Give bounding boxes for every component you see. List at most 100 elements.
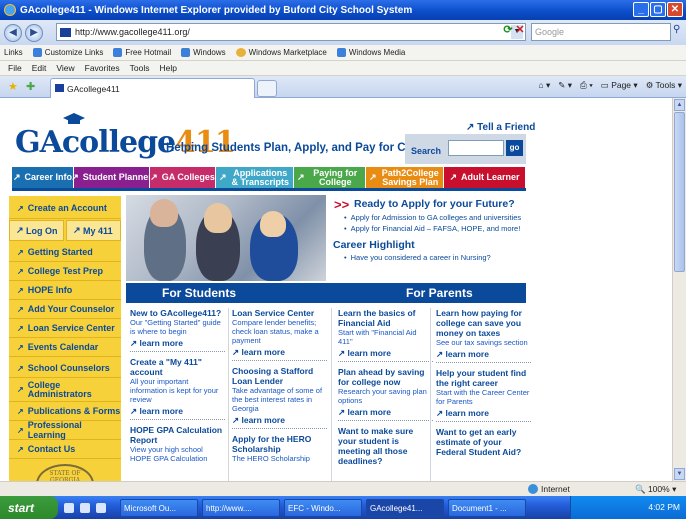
learn-more-link[interactable]: ↗ learn more — [232, 348, 327, 357]
learn-more-link[interactable]: ↗ learn more — [130, 407, 225, 416]
nav-career-info[interactable]: ↗ Career Info — [12, 167, 74, 188]
card-heading[interactable]: Want to make sure your student is meetin… — [338, 426, 433, 466]
task-outlook[interactable]: Microsoft Ou... — [120, 498, 198, 517]
start-button[interactable]: start — [0, 496, 58, 519]
back-button[interactable]: ◀ — [4, 23, 22, 42]
card-heading[interactable]: Loan Service Center — [232, 308, 327, 318]
scroll-up-icon[interactable]: ▲ — [674, 99, 685, 111]
tools-menu[interactable]: ⚙ Tools ▾ — [646, 80, 682, 91]
card-heading[interactable]: HOPE GPA Calculation Report — [130, 425, 225, 445]
sidebar-item-loan[interactable]: ↗ Loan Service Center — [9, 319, 121, 338]
sidebar-item-contact[interactable]: ↗ Contact Us — [9, 440, 121, 459]
georgia-seal: STATE OF GEORGIA — [36, 464, 94, 481]
hero-link-admission[interactable]: Apply for Admission to GA colleges and u… — [344, 213, 522, 222]
sidebar-item-hope[interactable]: ↗ HOPE Info — [9, 281, 121, 300]
sidebar-log-on[interactable]: ↗ Log On — [9, 220, 64, 241]
learn-more-link[interactable]: ↗ learn more — [436, 350, 531, 359]
nav-applications[interactable]: ↗ Applications & Transcripts — [216, 167, 294, 188]
stop-icon[interactable]: ✕ — [512, 23, 528, 40]
vertical-scrollbar[interactable]: ▲ ▼ — [672, 98, 686, 481]
sidebar-item-getting-started[interactable]: ↗ Getting Started — [9, 243, 121, 262]
nav-paying-for-college[interactable]: ↗ Paying for College — [294, 167, 366, 188]
hero-link-financial-aid[interactable]: Apply for Financial Aid – FAFSA, HOPE, a… — [344, 224, 521, 233]
tab-title: GAcollege411 — [67, 84, 120, 94]
site-search-input[interactable] — [448, 140, 504, 156]
nav-ga-colleges[interactable]: ↗ GA Colleges — [150, 167, 216, 188]
card-heading[interactable]: Learn how paying for college can save yo… — [436, 308, 531, 338]
sidebar-item-publications[interactable]: ↗ Publications & Forms — [9, 402, 121, 421]
for-students-heading: For Students — [162, 286, 236, 300]
search-icon[interactable]: ⚲ — [673, 24, 685, 38]
menu-view[interactable]: View — [56, 63, 74, 73]
card-heading[interactable]: New to GAcollege411? — [130, 308, 225, 318]
page-icon — [181, 48, 191, 57]
sidebar-item-college-admins[interactable]: ↗ College Administrators — [9, 378, 121, 402]
forward-button[interactable]: ▶ — [25, 23, 43, 42]
close-button[interactable]: ✕ — [667, 2, 683, 17]
home-icon[interactable]: ⌂ ▾ — [539, 80, 551, 91]
new-tab-button[interactable] — [257, 80, 277, 97]
card-heading[interactable]: Plan ahead by saving for college now — [338, 367, 433, 387]
scroll-thumb[interactable] — [674, 112, 685, 272]
learn-more-link[interactable]: ↗ learn more — [232, 416, 327, 425]
card-heading[interactable]: Create a "My 411" account — [130, 357, 225, 377]
site-search: Search go — [405, 134, 526, 164]
column-students-2: Loan Service Center Compare lender benef… — [232, 308, 327, 463]
card-body: Our "Getting Started" guide is where to … — [130, 318, 221, 336]
link-customize[interactable]: Customize Links — [32, 48, 103, 57]
print-icon[interactable]: ⎙ ▾ — [580, 80, 593, 91]
task-efc[interactable]: EFC - Windo... — [284, 498, 362, 517]
learn-more-link[interactable]: ↗ learn more — [338, 408, 433, 417]
menu-file[interactable]: File — [8, 63, 22, 73]
card-heading[interactable]: Apply for the HERO Scholarship — [232, 434, 327, 454]
card-heading[interactable]: Want to get an early estimate of your Fe… — [436, 427, 531, 457]
card-heading[interactable]: Help your student find the right career — [436, 368, 531, 388]
sidebar-item-events[interactable]: ↗ Events Calendar — [9, 338, 121, 357]
quicklaunch-icon[interactable] — [64, 502, 74, 513]
zoom-level[interactable]: 🔍 100% ▾ — [635, 484, 676, 495]
sidebar-item-test-prep[interactable]: ↗ College Test Prep — [9, 262, 121, 281]
scroll-down-icon[interactable]: ▼ — [674, 468, 685, 480]
sidebar-item-school-counselors[interactable]: ↗ School Counselors — [9, 359, 121, 378]
card-heading[interactable]: Learn the basics of Financial Aid — [338, 308, 433, 328]
menu-tools[interactable]: Tools — [130, 63, 150, 73]
page-menu[interactable]: ▭ Page ▾ — [601, 80, 638, 91]
sidebar-item-counselor[interactable]: ↗ Add Your Counselor — [9, 300, 121, 319]
quicklaunch-icon[interactable] — [96, 502, 106, 513]
task-gacollege[interactable]: GAcollege41... — [366, 498, 444, 517]
minimize-button[interactable]: _ — [633, 2, 649, 17]
menu-favorites[interactable]: Favorites — [85, 63, 120, 73]
card-heading[interactable]: Choosing a Stafford Loan Lender — [232, 366, 327, 386]
menu-help[interactable]: Help — [159, 63, 176, 73]
learn-more-link[interactable]: ↗ learn more — [436, 409, 531, 418]
learn-more-link[interactable]: ↗ learn more — [130, 339, 225, 348]
tab-gacollege[interactable]: GAcollege411 — [50, 78, 255, 98]
link-hotmail[interactable]: Free Hotmail — [113, 48, 171, 57]
sidebar-my-411[interactable]: ↗ My 411 — [66, 220, 121, 241]
search-go-button[interactable]: go — [506, 140, 523, 156]
career-highlight-link[interactable]: Have you considered a career in Nursing? — [344, 253, 491, 262]
card-body: Take advantage of some of the best inter… — [232, 386, 323, 413]
audience-band: For Students For Parents — [126, 283, 526, 303]
maximize-button[interactable]: ▢ — [650, 2, 666, 17]
favorites-star-icon[interactable]: ★ — [8, 80, 18, 93]
learn-more-link[interactable]: ↗ learn more — [338, 349, 433, 358]
link-marketplace[interactable]: Windows Marketplace — [235, 48, 327, 57]
task-http[interactable]: http://www.... — [202, 498, 280, 517]
tell-a-friend-link[interactable]: ↗ Tell a Friend — [466, 122, 535, 133]
search-input[interactable]: Google — [531, 23, 671, 41]
menu-edit[interactable]: Edit — [32, 63, 47, 73]
add-favorites-icon[interactable]: ✚ — [26, 80, 35, 93]
hero-photo — [126, 195, 326, 281]
link-windows[interactable]: Windows — [181, 48, 226, 57]
feeds-icon[interactable]: ✎ ▾ — [558, 80, 572, 91]
nav-student-planner[interactable]: ↗ Student Planner — [71, 167, 152, 188]
link-media[interactable]: Windows Media — [336, 48, 405, 57]
sidebar-create-account[interactable]: ↗ Create an Account — [9, 198, 121, 219]
nav-path2college[interactable]: ↗ Path2College Savings Plan — [366, 167, 444, 188]
task-document[interactable]: Document1 - ... — [448, 498, 526, 517]
nav-adult-learner[interactable]: ↗ Adult Learner — [444, 167, 526, 188]
sidebar-item-prof-learning[interactable]: ↗ Professional Learning — [9, 420, 121, 440]
quicklaunch-icon[interactable] — [80, 502, 90, 513]
address-bar[interactable]: http://www.gacollege411.org/ ▼ — [56, 23, 526, 41]
